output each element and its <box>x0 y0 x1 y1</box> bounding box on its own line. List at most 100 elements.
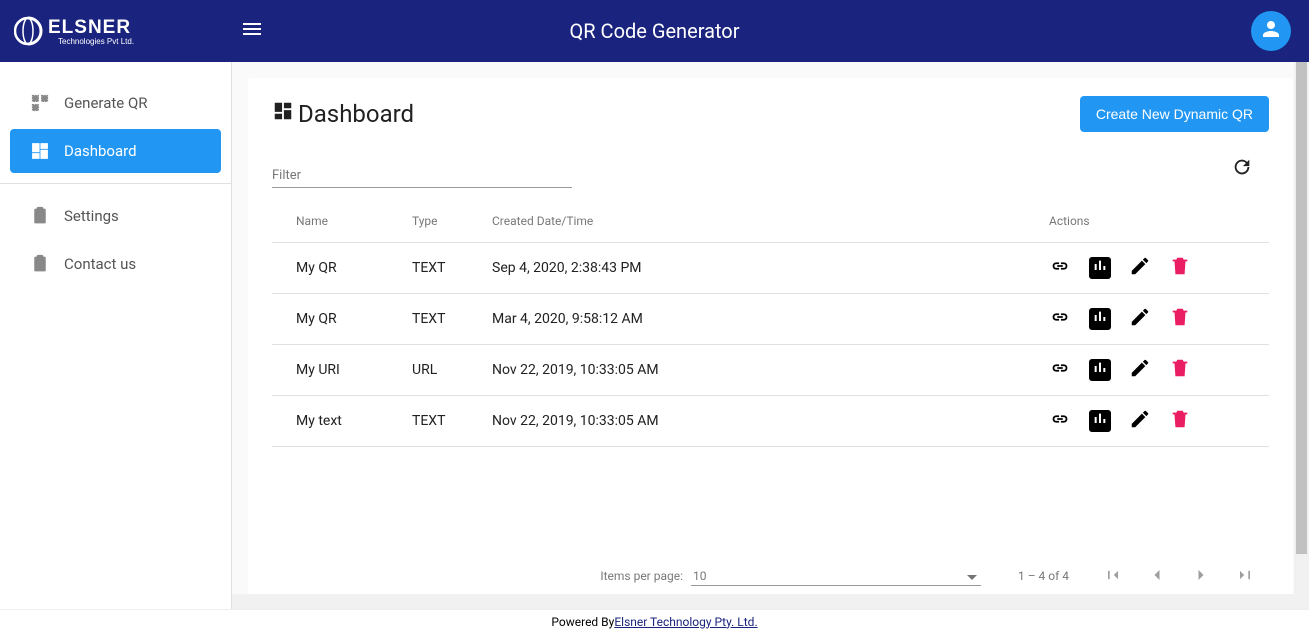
trash-icon <box>1169 306 1191 332</box>
cell-created: Mar 4, 2020, 9:58:12 AM <box>492 294 1049 345</box>
bar-chart-icon <box>1092 258 1108 278</box>
sidebar: Generate QR Dashboard Settings Contact u… <box>0 62 232 609</box>
row-link-button[interactable] <box>1049 257 1071 279</box>
user-avatar-button[interactable] <box>1251 11 1291 51</box>
cell-created: Sep 4, 2020, 2:38:43 PM <box>492 243 1049 294</box>
cell-type: URL <box>412 345 492 396</box>
paginator-first-button[interactable] <box>1097 560 1129 592</box>
menu-icon <box>240 17 264 45</box>
row-delete-button[interactable] <box>1169 308 1191 330</box>
page-size-value: 10 <box>693 569 707 583</box>
dashboard-icon <box>30 141 50 161</box>
edit-icon <box>1129 357 1151 383</box>
sidebar-item-generate-qr[interactable]: Generate QR <box>10 81 221 125</box>
page-title: Dashboard <box>272 100 414 128</box>
chevron-left-icon <box>1147 565 1167 588</box>
link-icon <box>1049 255 1071 281</box>
scrollbar-horizontal[interactable] <box>232 594 1294 609</box>
row-edit-button[interactable] <box>1129 359 1151 381</box>
table-header-created[interactable]: Created Date/Time <box>492 200 1049 243</box>
table-row: My URIURLNov 22, 2019, 10:33:05 AM <box>272 345 1269 396</box>
dashboard-card: Dashboard Create New Dynamic QR Filter <box>248 78 1293 608</box>
table-paginator: Items per page: 10 1 – 4 of 4 <box>272 548 1269 598</box>
trash-icon <box>1169 357 1191 383</box>
row-link-button[interactable] <box>1049 410 1071 432</box>
link-icon <box>1049 408 1071 434</box>
cell-name: My URI <box>272 345 412 396</box>
table-header-type[interactable]: Type <box>412 200 492 243</box>
cell-actions <box>1049 345 1269 396</box>
cell-name: My QR <box>272 243 412 294</box>
scrollbar-vertical[interactable] <box>1294 62 1309 609</box>
row-edit-button[interactable] <box>1129 308 1151 330</box>
cell-actions <box>1049 294 1269 345</box>
cell-actions <box>1049 396 1269 447</box>
bar-chart-icon <box>1092 411 1108 431</box>
table-row: My QRTEXTMar 4, 2020, 9:58:12 AM <box>272 294 1269 345</box>
bar-chart-icon <box>1092 360 1108 380</box>
cell-type: TEXT <box>412 396 492 447</box>
cell-created: Nov 22, 2019, 10:33:05 AM <box>492 345 1049 396</box>
dashboard-icon <box>272 100 298 128</box>
trash-icon <box>1169 255 1191 281</box>
qr-icon <box>30 93 50 113</box>
paginator-last-button[interactable] <box>1229 560 1261 592</box>
chevron-right-icon <box>1191 565 1211 588</box>
row-analytics-button[interactable] <box>1089 410 1111 432</box>
items-per-page-label: Items per page: <box>600 569 683 583</box>
row-delete-button[interactable] <box>1169 410 1191 432</box>
edit-icon <box>1129 306 1151 332</box>
edit-icon <box>1129 408 1151 434</box>
filter-input[interactable] <box>272 162 572 188</box>
footer-powered-by: Powered By <box>551 615 614 629</box>
cell-name: My QR <box>272 294 412 345</box>
row-analytics-button[interactable] <box>1089 308 1111 330</box>
table-header-actions: Actions <box>1049 200 1269 243</box>
first-page-icon <box>1103 565 1123 588</box>
sidebar-item-label: Dashboard <box>64 142 137 160</box>
app-title: QR Code Generator <box>570 19 740 43</box>
sidebar-item-label: Settings <box>64 207 119 225</box>
menu-toggle-button[interactable] <box>232 9 272 53</box>
footer-company-link[interactable]: Elsner Technology Pty. Ltd. <box>614 615 757 629</box>
qr-table: Name Type Created Date/Time Actions My Q… <box>272 200 1269 447</box>
cell-created: Nov 22, 2019, 10:33:05 AM <box>492 396 1049 447</box>
clipboard-icon <box>30 206 50 226</box>
cell-type: TEXT <box>412 243 492 294</box>
sidebar-item-label: Generate QR <box>64 94 148 112</box>
svg-text:ELSNER: ELSNER <box>48 17 131 38</box>
page-size-select[interactable]: 10 <box>691 567 981 586</box>
sidebar-item-label: Contact us <box>64 255 136 273</box>
row-link-button[interactable] <box>1049 359 1071 381</box>
cell-type: TEXT <box>412 294 492 345</box>
row-edit-button[interactable] <box>1129 257 1151 279</box>
table-row: My QRTEXTSep 4, 2020, 2:38:43 PM <box>272 243 1269 294</box>
filter-field[interactable]: Filter <box>272 162 572 188</box>
page-title-text: Dashboard <box>298 100 414 128</box>
sidebar-item-settings[interactable]: Settings <box>10 194 221 238</box>
paginator-prev-button[interactable] <box>1141 560 1173 592</box>
paginator-next-button[interactable] <box>1185 560 1217 592</box>
brand-logo: ELSNER Technologies Pvt Ltd. <box>0 11 232 51</box>
dropdown-icon <box>967 569 977 583</box>
row-delete-button[interactable] <box>1169 359 1191 381</box>
footer: Powered By Elsner Technology Pty. Ltd. <box>0 609 1309 633</box>
sidebar-item-contact-us[interactable]: Contact us <box>10 242 221 286</box>
row-analytics-button[interactable] <box>1089 359 1111 381</box>
link-icon <box>1049 306 1071 332</box>
table-header-name[interactable]: Name <box>272 200 412 243</box>
row-link-button[interactable] <box>1049 308 1071 330</box>
row-edit-button[interactable] <box>1129 410 1151 432</box>
row-delete-button[interactable] <box>1169 257 1191 279</box>
paginator-range: 1 – 4 of 4 <box>1009 569 1069 583</box>
sidebar-item-dashboard[interactable]: Dashboard <box>10 129 221 173</box>
row-analytics-button[interactable] <box>1089 257 1111 279</box>
cell-name: My text <box>272 396 412 447</box>
refresh-button[interactable] <box>1225 150 1259 188</box>
svg-text:Technologies Pvt Ltd.: Technologies Pvt Ltd. <box>58 37 134 46</box>
refresh-icon <box>1231 163 1253 182</box>
main-content: Dashboard Create New Dynamic QR Filter <box>232 62 1309 609</box>
create-dynamic-qr-button[interactable]: Create New Dynamic QR <box>1080 96 1269 132</box>
edit-icon <box>1129 255 1151 281</box>
cell-actions <box>1049 243 1269 294</box>
